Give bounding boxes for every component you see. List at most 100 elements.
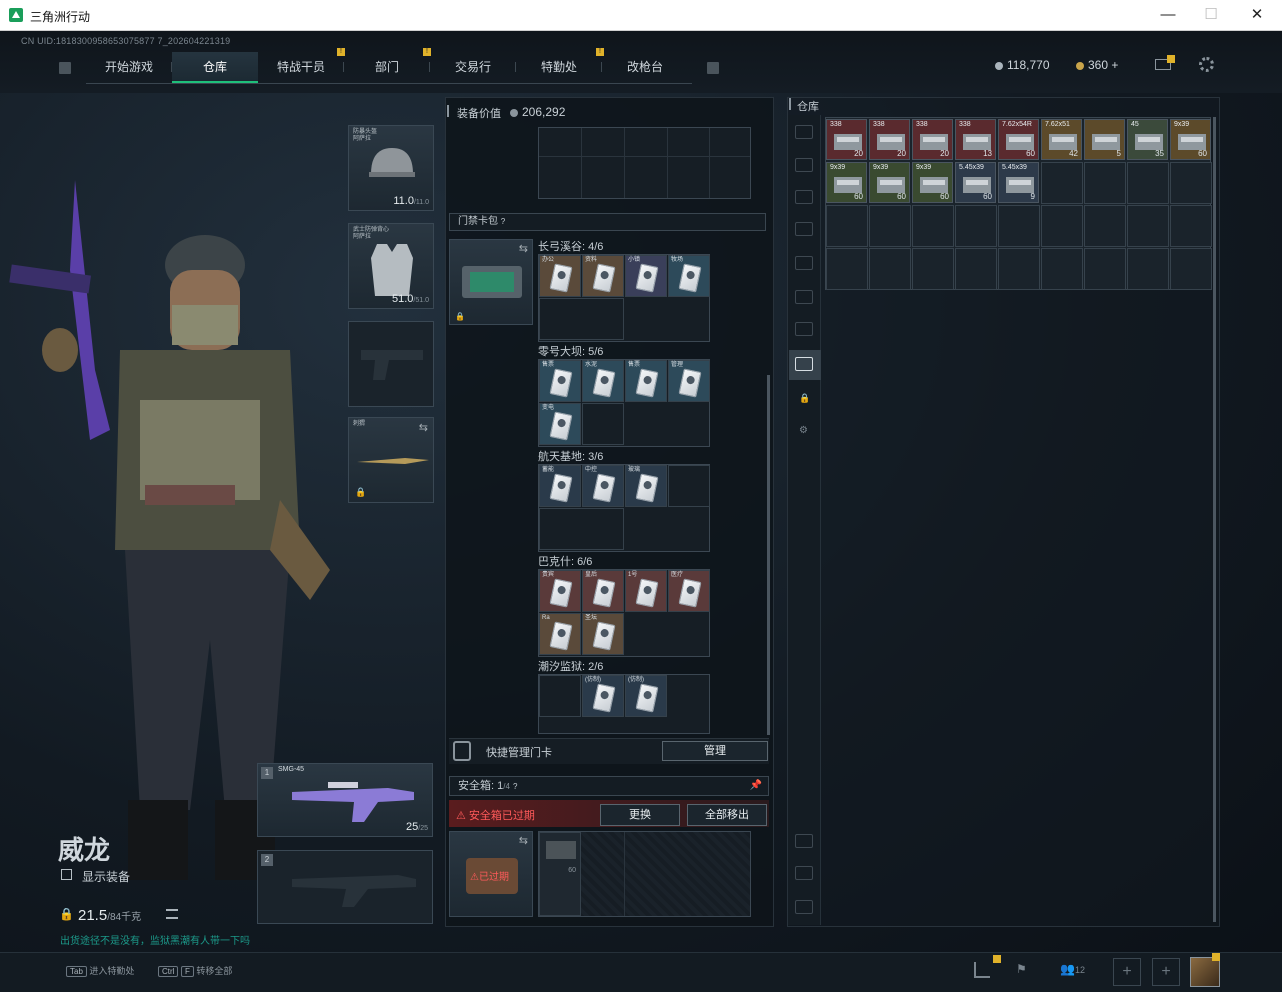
keycard-item[interactable]: 皇后 bbox=[582, 570, 624, 612]
nav-left-icon[interactable] bbox=[59, 62, 71, 74]
warehouse-scrollbar[interactable] bbox=[1213, 117, 1216, 922]
warehouse-tab-icon[interactable] bbox=[795, 190, 813, 204]
empty-cell[interactable] bbox=[1041, 162, 1083, 204]
backpack-grid[interactable] bbox=[538, 127, 751, 199]
warehouse-item[interactable]: 7.62x51 42 bbox=[1041, 119, 1082, 160]
keycard-item[interactable]: 1号 bbox=[625, 570, 667, 612]
keycard-case-slot[interactable]: ⇆ 🔒 bbox=[449, 239, 533, 325]
empty-cell[interactable] bbox=[955, 248, 997, 290]
warehouse-tab-icon[interactable] bbox=[795, 290, 813, 304]
pistol-slot[interactable] bbox=[348, 321, 434, 407]
melee-slot[interactable]: 刺猬 ⇆ 🔒 bbox=[348, 417, 434, 503]
tab-operators[interactable]: 特战干员 bbox=[258, 52, 344, 83]
keycard-item[interactable]: 办公 bbox=[539, 255, 581, 297]
empty-cell[interactable] bbox=[1041, 205, 1083, 247]
armor-slot[interactable]: 武士防弹背心 阿萨拉 51.0/51.0 bbox=[348, 223, 434, 309]
settings-gear-icon[interactable] bbox=[1199, 57, 1214, 72]
keycard-item[interactable]: 水泥 bbox=[582, 360, 624, 402]
empty-cell[interactable] bbox=[1170, 162, 1212, 204]
keycard-item[interactable]: 资料 bbox=[582, 255, 624, 297]
tab-warehouse[interactable]: 仓库 bbox=[172, 52, 258, 83]
warehouse-item[interactable]: 5.45x39 60 bbox=[955, 162, 996, 203]
stats-icon[interactable] bbox=[974, 962, 990, 978]
tab-gunsmith[interactable]: 改枪台 bbox=[602, 52, 688, 83]
warehouse-item[interactable]: 45 35 bbox=[1127, 119, 1168, 160]
add-party-slot-button[interactable]: + bbox=[1113, 958, 1141, 986]
keycard-item[interactable]: 玻璃 bbox=[625, 465, 667, 507]
warehouse-item[interactable]: 338 20 bbox=[869, 119, 910, 160]
keycard-grid-bakhsh[interactable]: 贵宾 皇后 1号 医疗 Ra 圣坛 bbox=[538, 569, 710, 657]
empty-cell[interactable] bbox=[869, 205, 911, 247]
empty-cell[interactable] bbox=[539, 298, 624, 340]
warehouse-item[interactable]: 9x39 60 bbox=[912, 162, 953, 203]
empty-cell[interactable] bbox=[912, 205, 954, 247]
keycard-grid-longbow[interactable]: 办公 资料 小镇 牧场 bbox=[538, 254, 710, 342]
empty-cell[interactable] bbox=[1170, 205, 1212, 247]
show-gear-checkbox[interactable] bbox=[61, 869, 72, 880]
tab-trade[interactable]: 交易行 bbox=[430, 52, 516, 83]
warehouse-tab-icon[interactable] bbox=[795, 158, 813, 172]
empty-cell[interactable] bbox=[1170, 248, 1212, 290]
keycard-grid-dam[interactable]: 售票 水泥 售票 管理 变电 bbox=[538, 359, 710, 447]
filter-icon[interactable] bbox=[795, 834, 813, 848]
empty-cell[interactable] bbox=[539, 675, 581, 717]
warehouse-item[interactable]: 5 bbox=[1084, 119, 1125, 160]
warehouse-item[interactable]: 9x39 60 bbox=[1170, 119, 1211, 160]
empty-cell[interactable] bbox=[582, 403, 624, 445]
empty-cell[interactable] bbox=[998, 248, 1040, 290]
helmet-slot[interactable]: 防暴头盔 阿萨拉 11.0/11.0 bbox=[348, 125, 434, 211]
secondary-weapon-slot[interactable]: 2 bbox=[257, 850, 433, 924]
empty-cell[interactable] bbox=[912, 248, 954, 290]
keycard-item[interactable]: 中控 bbox=[582, 465, 624, 507]
primary-weapon-slot[interactable]: 1 SMG-45 25/25 bbox=[257, 763, 433, 837]
keycard-item[interactable]: 售票 bbox=[625, 360, 667, 402]
help-icon[interactable]: ? bbox=[513, 782, 517, 791]
warehouse-tab-icon[interactable] bbox=[795, 357, 813, 371]
player-avatar[interactable] bbox=[1190, 957, 1220, 987]
empty-cell[interactable] bbox=[1084, 205, 1126, 247]
keycard-grid-prison[interactable]: (仿制) (仿制) bbox=[538, 674, 710, 734]
warehouse-item[interactable]: 5.45x39 9 bbox=[998, 162, 1039, 203]
settings-gear-icon[interactable]: ⚙ bbox=[799, 425, 808, 436]
friends-icon[interactable]: 👥12 bbox=[1060, 962, 1085, 976]
swap-icon[interactable]: ⇆ bbox=[419, 421, 428, 434]
empty-cell[interactable] bbox=[1084, 248, 1126, 290]
list-icon[interactable] bbox=[166, 909, 178, 919]
keycard-item[interactable]: 小镇 bbox=[625, 255, 667, 297]
keycard-item[interactable]: 牧场 bbox=[668, 255, 710, 297]
keycard-item[interactable]: (仿制) bbox=[582, 675, 624, 717]
empty-cell[interactable] bbox=[1127, 162, 1169, 204]
empty-cell[interactable] bbox=[539, 508, 624, 550]
pin-icon[interactable]: 📌 bbox=[750, 777, 762, 795]
warehouse-tab-icon[interactable] bbox=[795, 125, 813, 139]
empty-cell[interactable] bbox=[998, 205, 1040, 247]
empty-cell[interactable] bbox=[668, 465, 710, 507]
empty-cell[interactable] bbox=[1041, 248, 1083, 290]
keycard-item[interactable]: (仿制) bbox=[625, 675, 667, 717]
warehouse-tab-icon[interactable] bbox=[795, 222, 813, 236]
keycard-item[interactable]: 贵宾 bbox=[539, 570, 581, 612]
empty-cell[interactable] bbox=[955, 205, 997, 247]
empty-cell[interactable] bbox=[826, 248, 868, 290]
remove-all-button[interactable]: 全部移出 bbox=[687, 804, 767, 826]
empty-cell[interactable] bbox=[869, 248, 911, 290]
keycard-item[interactable]: 医疗 bbox=[668, 570, 710, 612]
keycard-item[interactable]: 变电 bbox=[539, 403, 581, 445]
lock-icon[interactable]: 🔒 bbox=[799, 393, 810, 404]
empty-cell[interactable] bbox=[826, 205, 868, 247]
swap-icon[interactable]: ⇆ bbox=[519, 242, 528, 255]
layers-icon[interactable] bbox=[795, 866, 813, 880]
help-icon[interactable]: ? bbox=[501, 217, 505, 226]
keycard-item[interactable]: Ra bbox=[539, 613, 581, 655]
empty-cell[interactable] bbox=[1127, 248, 1169, 290]
sort-icon[interactable] bbox=[795, 900, 813, 914]
swap-icon[interactable]: ⇆ bbox=[519, 834, 528, 847]
warehouse-item[interactable]: 9x39 60 bbox=[869, 162, 910, 203]
keycard-item[interactable]: 蓄能 bbox=[539, 465, 581, 507]
keycard-item[interactable]: 售票 bbox=[539, 360, 581, 402]
minimize-button[interactable]: — bbox=[1153, 4, 1183, 26]
tab-department[interactable]: 部门 bbox=[344, 52, 430, 83]
empty-cell[interactable] bbox=[1127, 205, 1169, 247]
safe-box-grid[interactable]: 60 bbox=[538, 831, 751, 917]
keycard-item[interactable]: 管理 bbox=[668, 360, 710, 402]
